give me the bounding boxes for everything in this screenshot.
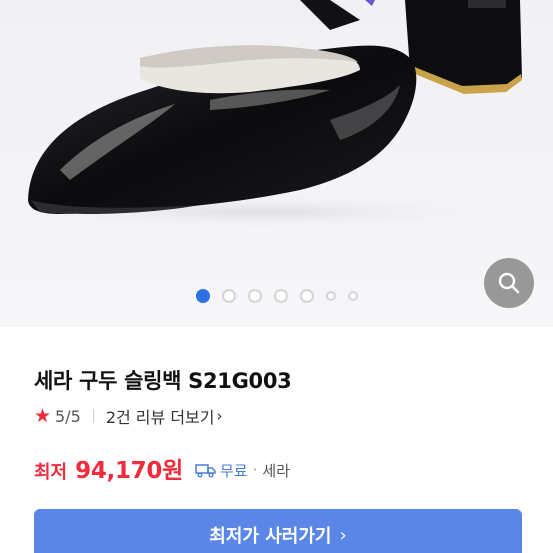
gallery-dot-6[interactable]: [326, 291, 336, 301]
chevron-right-icon: ›: [339, 524, 347, 546]
rating-score: 5/5: [55, 406, 81, 426]
product-info: 세라 구두 슬링백 S21G003 ★ 5/5 2건 리뷰 더보기 › 최저 9…: [0, 327, 553, 553]
gallery-dot-4[interactable]: [274, 289, 288, 303]
gallery-dot-1[interactable]: [196, 289, 210, 303]
gallery-pagination: [0, 287, 553, 305]
seller-name: 세라: [262, 461, 290, 480]
product-image-gallery[interactable]: [0, 0, 553, 327]
product-image: [20, 0, 522, 230]
shipping-info: 무료 · 세라: [195, 460, 290, 481]
review-count: 2건 리뷰 더보기: [105, 408, 215, 427]
cta-label: 최저가 사러가기: [209, 526, 332, 547]
star-icon: ★: [34, 404, 52, 427]
truck-icon: [195, 464, 216, 478]
chevron-right-icon: ›: [216, 407, 223, 425]
product-title: 세라 구두 슬링백 S21G003: [34, 369, 292, 393]
gallery-dot-7[interactable]: [348, 291, 358, 301]
gallery-dot-5[interactable]: [300, 289, 314, 303]
price-prefix: 최저: [34, 462, 68, 483]
rating-row: ★ 5/5 2건 리뷰 더보기 ›: [34, 405, 222, 427]
review-more-link[interactable]: 2건 리뷰 더보기 ›: [106, 404, 223, 428]
buy-lowest-price-button[interactable]: 최저가 사러가기 ›: [34, 509, 522, 553]
price-row: 최저 94,170원 무료 · 세라: [34, 451, 290, 484]
lowest-price: 94,170원: [75, 458, 183, 484]
gallery-dot-3[interactable]: [248, 289, 262, 303]
gallery-dot-2[interactable]: [222, 289, 236, 303]
shipping-label: 무료: [219, 461, 248, 480]
divider: [92, 409, 94, 423]
separator-dot: ·: [252, 461, 258, 479]
